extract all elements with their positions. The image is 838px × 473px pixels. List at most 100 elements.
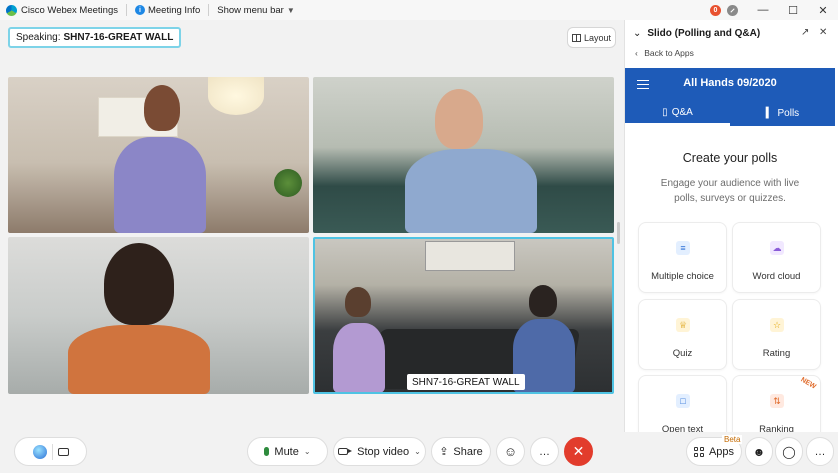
card-label: Word cloud [752,271,801,282]
more-options-button[interactable]: … [530,437,559,466]
apps-grid-icon [693,446,704,457]
stop-video-label: Stop video [357,445,410,458]
panel-header: ⌄ Slido (Polling and Q&A) ↗ ✕ [625,20,838,46]
show-menu-bar-button[interactable]: Show menu bar ▼ [217,5,294,16]
chevron-left-icon: ‹ [635,48,638,58]
back-label: Back to Apps [644,48,694,58]
more-panels-button[interactable]: … [806,437,834,466]
cloud-icon: ☁ [770,241,784,255]
popout-icon[interactable]: ↗ [801,27,809,38]
slido-panel: ⌄ Slido (Polling and Q&A) ↗ ✕ ‹ Back to … [624,20,838,432]
share-button[interactable]: ⇪ Share [431,437,491,466]
webex-assistant-icon[interactable] [32,444,47,459]
collapse-chevron-icon[interactable]: ⌄ [633,28,641,39]
chat-icon: ◯ [782,444,796,459]
trophy-icon: ♕ [676,318,690,332]
meeting-info-label: Meeting Info [147,4,201,16]
end-call-icon: ✕ [572,443,585,459]
reactions-button[interactable]: ☺ [496,437,525,466]
chat-button[interactable]: ◯ [775,437,803,466]
beta-badge: Beta [722,435,743,444]
panel-title: Slido (Polling and Q&A) [647,27,761,39]
menu-bar-label: Show menu bar [217,4,284,16]
participant-body [405,149,537,233]
stop-video-button[interactable]: Stop video ⌄ [333,437,426,466]
poll-type-word-cloud[interactable]: ☁ Word cloud [732,222,821,293]
video-tile-1[interactable] [8,77,309,233]
participant-head [144,85,180,131]
chevron-down-icon[interactable]: ⌄ [414,447,421,456]
camera-icon [338,448,353,455]
close-icon[interactable]: ✕ [808,0,838,20]
participant-body [68,325,210,394]
participant-body [333,323,385,392]
participant-head [345,287,371,317]
tile-name-label: SHN7-16-GREAT WALL [407,374,525,390]
mute-button[interactable]: Mute ⌄ [247,437,328,466]
speech-bubble-icon: □ [676,394,690,408]
new-badge: NEW [799,376,817,391]
star-icon: ☆ [770,318,784,332]
closed-captions-icon[interactable] [57,447,69,456]
layout-button[interactable]: Layout [567,27,616,48]
video-tile-3[interactable] [8,237,309,394]
sort-arrows-icon: ⇅ [770,394,784,408]
poll-type-multiple-choice[interactable]: ≡ Multiple choice [638,222,727,293]
create-polls-heading: Create your polls [682,151,778,165]
tab-polls[interactable]: ▍ Polls [730,101,835,126]
speaking-indicator: Speaking: SHN7-16-GREAT WALL [8,27,182,48]
video-tile-4[interactable]: SHN7-16-GREAT WALL [313,237,614,394]
webex-logo-icon [6,4,17,16]
panel-resize-handle[interactable] [617,222,620,244]
info-icon: i [134,5,145,15]
layout-grid-icon [571,33,581,42]
participant-head [529,285,557,317]
connection-status-icon[interactable] [727,4,738,16]
participant-head [104,243,174,325]
layout-label: Layout [583,32,612,43]
back-to-apps-link[interactable]: ‹ Back to Apps [635,48,694,58]
speaking-name: SHN7-16-GREAT WALL [63,32,174,43]
poll-type-ranking[interactable]: NEW ⇅ Ranking [732,375,821,432]
create-polls-subheading: Engage your audience with live polls, su… [660,178,800,204]
speaking-prefix: Speaking: [16,32,61,43]
card-label: Quiz [672,348,693,359]
title-divider-2 [208,4,210,16]
share-label: Share [453,445,483,458]
close-panel-icon[interactable]: ✕ [819,27,827,38]
maximize-icon[interactable]: ☐ [778,0,808,20]
slido-tabs: ▯ Q&A ▍ Polls [625,101,835,126]
smiley-icon: ☺ [503,444,518,459]
notification-badge[interactable]: 0 [710,4,721,16]
apps-label: Apps [708,445,735,458]
meeting-info-button[interactable]: i Meeting Info [134,4,201,16]
title-bar: Cisco Webex Meetings i Meeting Info Show… [0,0,838,20]
end-call-button[interactable]: ✕ [564,437,593,466]
card-label: Rating [762,348,791,359]
participants-icon: ☻ [752,444,766,459]
card-label: Multiple choice [651,271,714,282]
tab-polls-label: Polls [777,108,800,119]
qa-icon: ▯ [662,106,668,118]
card-label: Ranking [759,424,794,432]
toolbar-divider [51,443,53,460]
window-controls: 0 — ☐ ✕ [710,0,838,20]
poll-type-quiz[interactable]: ♕ Quiz [638,299,727,370]
room-screen [425,241,515,271]
app-name: Cisco Webex Meetings [21,4,118,16]
microphone-icon [264,447,270,456]
participant-head [435,89,483,149]
video-tile-2[interactable] [313,77,614,233]
polls-icon: ▍ [765,108,774,119]
background-lamp [208,77,264,115]
participant-body [114,137,206,233]
participants-button[interactable]: ☻ [745,437,773,466]
tab-qa-label: Q&A [671,106,693,118]
minimize-icon[interactable]: — [748,0,778,20]
chevron-down-icon[interactable]: ⌄ [304,447,311,456]
tab-qa[interactable]: ▯ Q&A [625,101,730,126]
chevron-down-icon: ▼ [286,5,295,15]
mute-label: Mute [274,445,299,458]
poll-type-open-text[interactable]: □ Open text [638,375,727,432]
poll-type-rating[interactable]: ☆ Rating [732,299,821,370]
